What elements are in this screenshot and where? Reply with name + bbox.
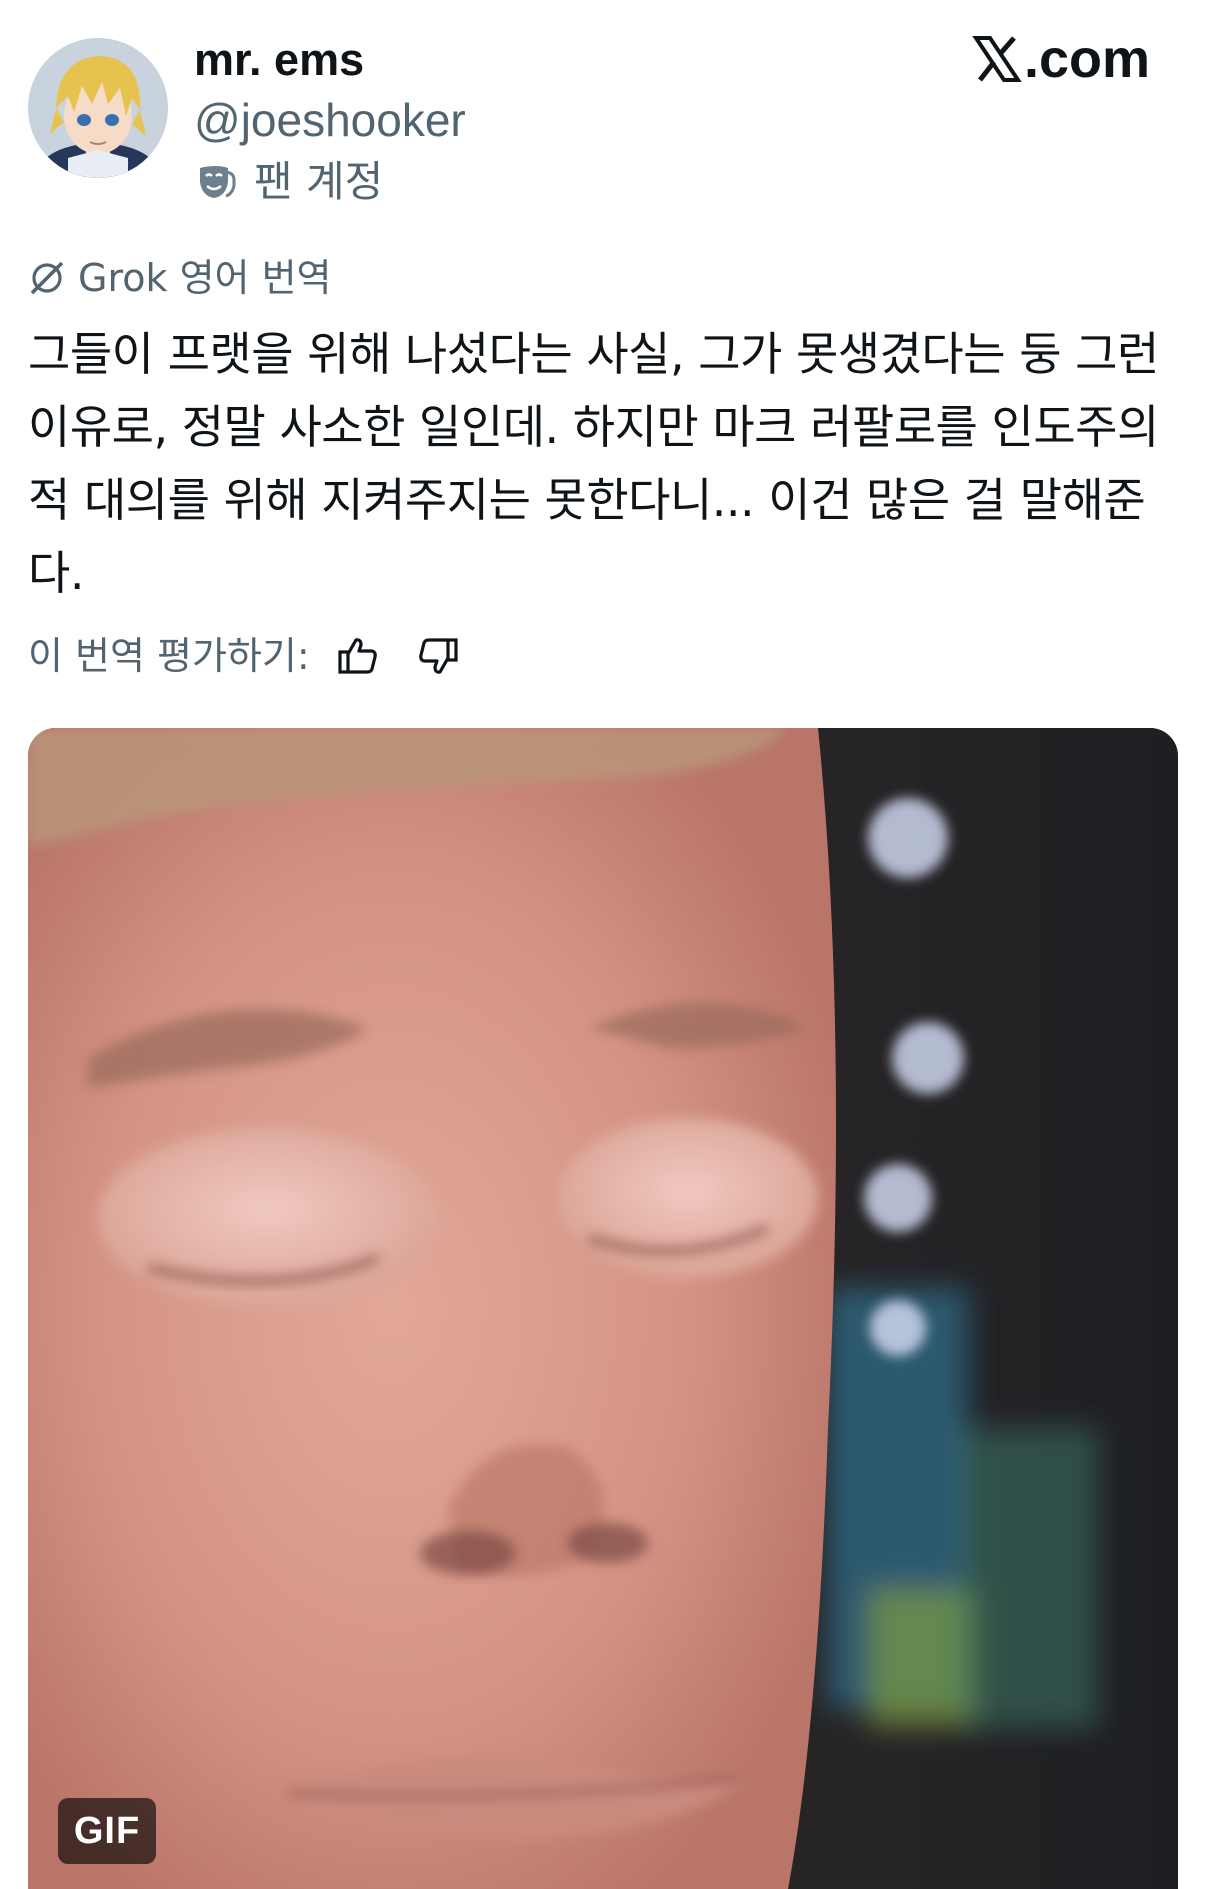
user-handle[interactable]: @joeshooker <box>194 90 466 150</box>
thumbs-down-button[interactable] <box>412 630 464 682</box>
closed-eyes-face-gif <box>28 728 1178 1889</box>
fan-account-badge: 팬 계정 <box>194 152 383 212</box>
thumbs-up-icon <box>338 638 377 674</box>
translation-source[interactable]: Grok 영어 번역 <box>28 250 332 306</box>
grok-icon <box>30 261 64 295</box>
rate-translation-label: 이 번역 평가하기: <box>28 634 310 678</box>
theater-mask-icon <box>200 166 236 198</box>
x-logo-icon <box>972 36 1022 82</box>
tweet-text: 그들이 프랫을 위해 나섰다는 사실, 그가 못생겼다는 둥 그런 이유로, 정… <box>28 327 1159 600</box>
avatar[interactable] <box>28 38 168 178</box>
display-name[interactable]: mr. ems <box>194 30 364 90</box>
anime-character-avatar-icon <box>28 38 168 178</box>
translation-source-label: Grok 영어 번역 <box>78 256 332 300</box>
brand-watermark: .com <box>972 26 1150 92</box>
fan-account-label: 팬 계정 <box>254 157 384 206</box>
gif-media[interactable]: GIF <box>28 728 1178 1889</box>
thumbs-up-button[interactable] <box>332 630 384 682</box>
gif-badge: GIF <box>58 1798 156 1864</box>
translation-rating: 이 번역 평가하기: <box>28 628 492 684</box>
brand-label: .com <box>1023 29 1150 89</box>
thumbs-down-icon <box>418 638 458 674</box>
